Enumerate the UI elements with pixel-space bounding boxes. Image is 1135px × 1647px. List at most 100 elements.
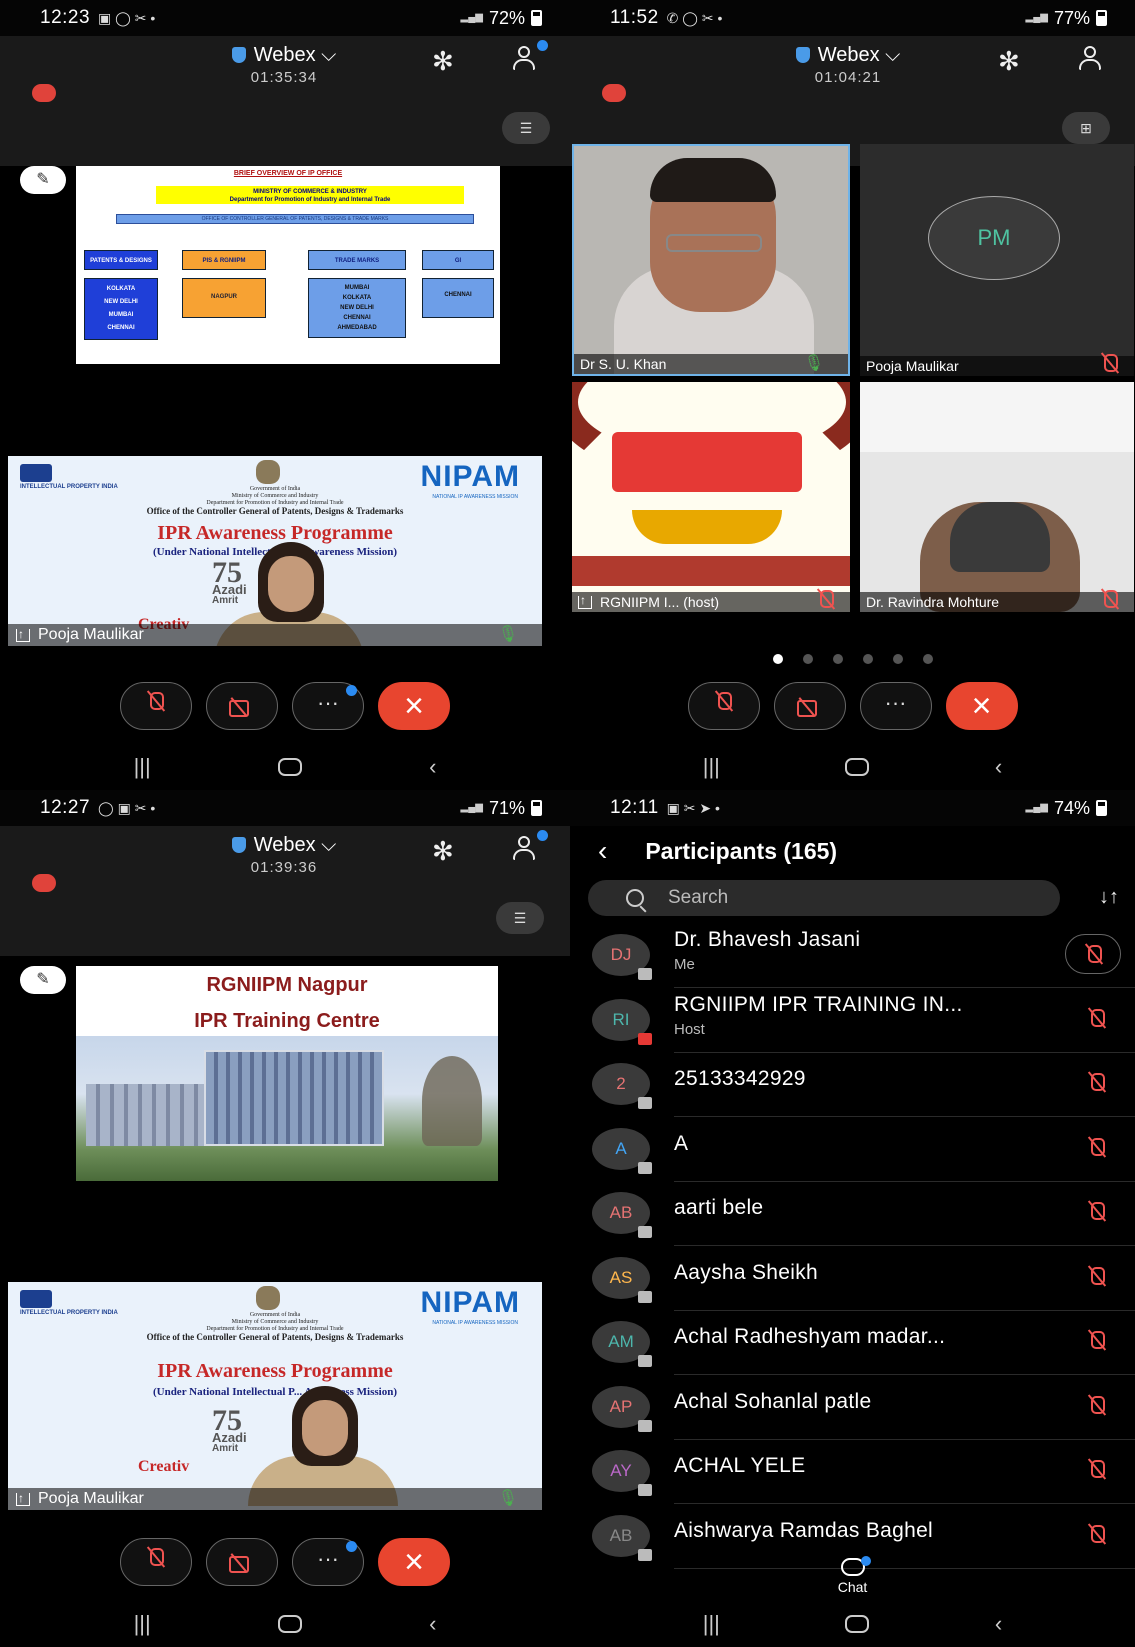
more-options-button[interactable]: ··· bbox=[859, 682, 932, 730]
mic-muted-icon[interactable] bbox=[1087, 1200, 1107, 1227]
participant-row[interactable]: AS Aaysha Sheikh bbox=[570, 1247, 1135, 1311]
participant-row[interactable]: AA bbox=[570, 1118, 1135, 1182]
device-icon bbox=[638, 1290, 652, 1303]
mic-muted-icon[interactable] bbox=[1087, 1071, 1107, 1098]
meeting-title[interactable]: Webex ⌵ 01:04:21 bbox=[748, 44, 948, 86]
participant-row[interactable]: AY ACHAL YELE bbox=[570, 1440, 1135, 1504]
mic-muted-icon bbox=[1100, 588, 1120, 612]
bluetooth-icon[interactable]: ✻ bbox=[998, 46, 1020, 77]
device-icon bbox=[638, 968, 652, 980]
notification-icons: ▣ ◯ ✂ • bbox=[98, 9, 156, 26]
video-button[interactable] bbox=[773, 682, 846, 730]
video-button[interactable] bbox=[206, 1538, 278, 1586]
participant-row[interactable]: 2 25133342929 bbox=[570, 1053, 1135, 1117]
chat-label: Chat bbox=[837, 1579, 868, 1595]
shared-content: ✎ RGNIIPM Nagpur IPR Training Centre bbox=[8, 966, 562, 1181]
annotate-button[interactable]: ✎ bbox=[20, 966, 66, 994]
device-icon bbox=[638, 1484, 652, 1496]
video-tile[interactable]: PM Pooja Maulikar bbox=[860, 144, 1134, 376]
participant-row[interactable]: AP Achal Sohanlal patle bbox=[570, 1376, 1135, 1440]
participants-icon[interactable] bbox=[512, 40, 548, 74]
building-image bbox=[76, 1036, 498, 1181]
back-icon[interactable]: ‹ bbox=[995, 754, 1002, 780]
speaker-name-bar: Pooja Maulikar 🎙 bbox=[8, 623, 542, 646]
home-icon[interactable] bbox=[277, 758, 302, 776]
system-nav-bar: ||| ‹ bbox=[0, 1601, 570, 1647]
mic-muted-icon bbox=[816, 588, 836, 612]
end-call-button[interactable]: × bbox=[378, 682, 450, 730]
video-tile[interactable]: RGNIIPM I... (host) bbox=[572, 382, 850, 612]
speaker-video[interactable]: INTELLECTUAL PROPERTY INDIA Government o… bbox=[8, 456, 542, 646]
battery-icon bbox=[1096, 10, 1107, 26]
mic-muted-icon[interactable] bbox=[1087, 1136, 1107, 1163]
participants-icon[interactable] bbox=[1078, 44, 1108, 74]
mic-muted-icon[interactable] bbox=[1087, 1265, 1107, 1292]
status-bar: 12:23 ▣ ◯ ✂ • ▂▄▆ 72% bbox=[0, 0, 570, 36]
mic-muted-icon[interactable] bbox=[1087, 1458, 1107, 1485]
bluetooth-icon[interactable]: ✻ bbox=[432, 836, 454, 867]
participant-row[interactable]: AB aarti bele bbox=[570, 1182, 1135, 1246]
search-input[interactable]: Search bbox=[588, 880, 1060, 916]
battery-icon bbox=[531, 800, 542, 816]
recents-icon[interactable]: ||| bbox=[134, 754, 151, 780]
layout-toggle-button[interactable]: ☰ bbox=[496, 902, 544, 934]
slide: RGNIIPM Nagpur IPR Training Centre bbox=[76, 966, 498, 1181]
muted-indicator-icon bbox=[32, 874, 56, 892]
back-arrow-icon[interactable]: ‹ bbox=[598, 835, 607, 867]
video-tile[interactable]: Dr. Ravindra Mohture bbox=[860, 382, 1134, 612]
home-icon[interactable] bbox=[845, 758, 870, 776]
more-options-button[interactable]: ··· bbox=[292, 682, 364, 730]
device-icon bbox=[638, 1419, 652, 1432]
status-bar: 12:27 ◯ ▣ ✂ • ▂▄▆ 71% bbox=[0, 790, 570, 826]
layout-toggle-button[interactable]: ☰ bbox=[502, 112, 550, 144]
emblem-icon bbox=[256, 460, 280, 484]
phone-screen-1: 12:23 ▣ ◯ ✂ • ▂▄▆ 72% Webex ⌵ 01:35:34 ✻… bbox=[0, 0, 570, 790]
end-call-button[interactable]: × bbox=[945, 682, 1018, 730]
recents-icon[interactable]: ||| bbox=[703, 754, 720, 780]
annotate-button[interactable]: ✎ bbox=[20, 166, 66, 194]
end-call-button[interactable]: × bbox=[378, 1538, 450, 1586]
back-icon[interactable]: ‹ bbox=[995, 1611, 1002, 1637]
layout-toggle-button[interactable]: ⊞ bbox=[1062, 112, 1110, 144]
recents-icon[interactable]: ||| bbox=[703, 1611, 720, 1637]
video-tile[interactable]: Dr S. U. Khan 🎙 bbox=[572, 144, 850, 376]
avatar: AP bbox=[592, 1385, 652, 1432]
recents-icon[interactable]: ||| bbox=[134, 1611, 151, 1637]
back-icon[interactable]: ‹ bbox=[429, 754, 436, 780]
home-icon[interactable] bbox=[277, 1615, 302, 1633]
mic-muted-icon bbox=[1100, 352, 1120, 376]
battery-icon bbox=[1096, 800, 1107, 816]
chat-button[interactable]: Chat bbox=[570, 1556, 1135, 1595]
participants-icon[interactable] bbox=[512, 830, 548, 864]
participant-row[interactable]: RI RGNIIPM IPR TRAINING IN... Host bbox=[570, 989, 1135, 1053]
mute-button[interactable] bbox=[120, 682, 192, 730]
home-icon[interactable] bbox=[845, 1615, 870, 1633]
mute-button[interactable] bbox=[120, 1538, 192, 1586]
back-icon[interactable]: ‹ bbox=[429, 1611, 436, 1637]
speaker-name: Pooja Maulikar bbox=[38, 1490, 144, 1507]
status-time: 12:27 bbox=[40, 797, 91, 818]
meeting-title[interactable]: Webex ⌵ 01:39:36 bbox=[184, 834, 384, 876]
mic-on-icon: 🎙 bbox=[497, 1490, 518, 1507]
banner-title: IPR Awareness Programme bbox=[157, 1360, 393, 1382]
bluetooth-icon[interactable]: ✻ bbox=[432, 46, 454, 77]
page-indicator[interactable] bbox=[570, 654, 1135, 664]
sort-icon[interactable]: ↓↑ bbox=[1099, 886, 1119, 909]
mic-muted-icon[interactable] bbox=[1087, 1523, 1107, 1550]
participant-row[interactable]: AM Achal Radheshyam madar... bbox=[570, 1311, 1135, 1375]
mic-muted-icon[interactable] bbox=[1087, 1394, 1107, 1421]
mic-muted-icon[interactable] bbox=[1087, 1329, 1107, 1356]
search-placeholder: Search bbox=[668, 887, 729, 908]
more-options-button[interactable]: ··· bbox=[292, 1538, 364, 1586]
chevron-down-icon: ⌵ bbox=[321, 44, 337, 66]
video-button[interactable] bbox=[206, 682, 278, 730]
mic-muted-icon[interactable] bbox=[1065, 934, 1121, 974]
call-controls: ··· × bbox=[0, 682, 570, 742]
mute-button[interactable] bbox=[687, 682, 760, 730]
speaker-video[interactable]: INTELLECTUAL PROPERTY INDIA Government o… bbox=[8, 1282, 542, 1510]
banner-office: Office of the Controller General of Pate… bbox=[146, 506, 404, 516]
meeting-title[interactable]: Webex ⌵ 01:35:34 bbox=[184, 44, 384, 86]
participant-name: Dr S. U. Khan bbox=[580, 356, 667, 372]
participant-row[interactable]: DJ Dr. Bhavesh Jasani Me bbox=[570, 924, 1135, 988]
mic-muted-icon[interactable] bbox=[1087, 1007, 1107, 1034]
